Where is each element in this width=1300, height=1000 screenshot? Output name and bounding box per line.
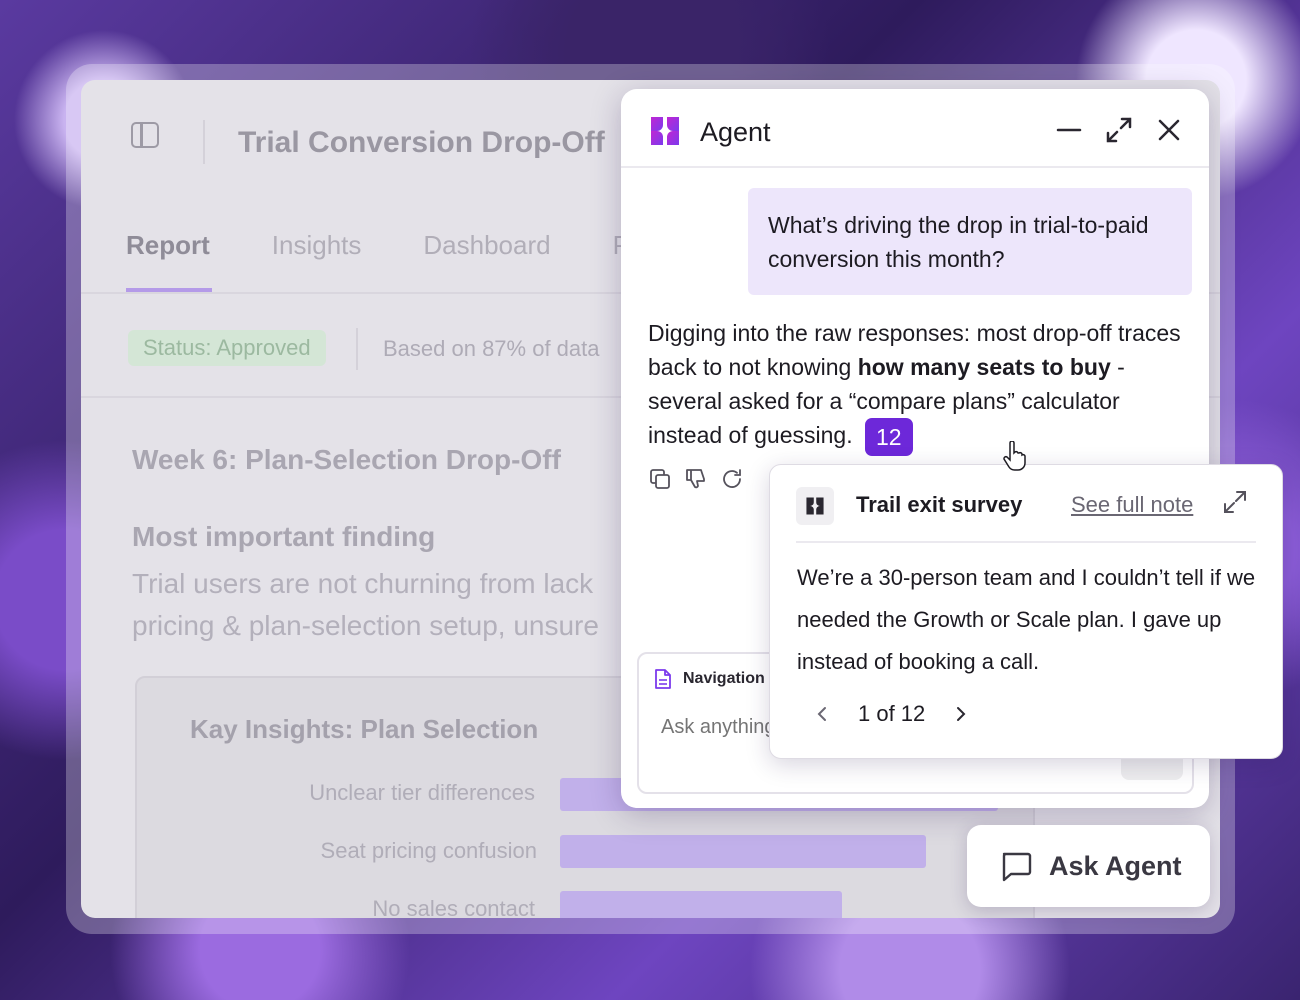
- document-icon: [655, 669, 671, 689]
- chat-icon: [1002, 852, 1032, 882]
- user-message: What’s driving the drop in trial-to-paid…: [748, 188, 1192, 295]
- tab-bar: Report Insights Dashboard P: [126, 230, 692, 261]
- source-pager: 1 of 12: [814, 701, 969, 727]
- header-divider: [203, 120, 205, 164]
- insight-bar: [560, 835, 926, 868]
- expand-icon[interactable]: [1104, 115, 1134, 145]
- agent-title: Agent: [700, 117, 771, 147]
- agent-logo-icon: [651, 117, 679, 145]
- status-badge: Status: Approved: [128, 330, 326, 366]
- bar-label: Unclear tier differences: [309, 780, 535, 805]
- close-icon[interactable]: [1154, 115, 1184, 145]
- source-divider: [796, 541, 1256, 543]
- source-title: Trail exit survey: [856, 492, 1023, 517]
- source-popover: Trail exit survey See full note We’re a …: [769, 464, 1283, 759]
- chevron-left-icon[interactable]: [814, 705, 832, 723]
- hand-cursor-icon: [1003, 441, 1026, 471]
- bar-label: Seat pricing confusion: [320, 838, 537, 863]
- data-coverage-note: Based on 87% of data: [383, 336, 600, 361]
- tab-insights[interactable]: Insights: [272, 230, 362, 261]
- finding-line-2: pricing & plan-selection setup, unsure: [132, 610, 599, 641]
- reply-emphasis: how many seats to buy: [857, 354, 1111, 380]
- chevron-right-icon[interactable]: [951, 705, 969, 723]
- finding-body: Trial users are not churning from lack p…: [132, 563, 692, 647]
- thumbs-down-icon[interactable]: [684, 467, 708, 491]
- sidebar-toggle-icon[interactable]: [131, 122, 159, 148]
- finding-heading: Most important finding: [132, 521, 436, 552]
- ask-agent-label: Ask Agent: [1049, 850, 1182, 881]
- source-icon: [796, 487, 834, 525]
- context-chip[interactable]: Navigation I: [653, 668, 774, 690]
- week-heading: Week 6: Plan-Selection Drop-Off: [132, 444, 561, 475]
- page-title: Trial Conversion Drop-Off: [238, 126, 605, 159]
- insight-bar: [560, 891, 842, 918]
- tab-report[interactable]: Report: [126, 230, 210, 261]
- reply-actions: [648, 467, 744, 491]
- agent-reply: Digging into the raw responses: most dro…: [648, 316, 1188, 456]
- agent-header: Agent: [621, 89, 1209, 168]
- regenerate-icon[interactable]: [720, 467, 744, 491]
- citation-badge[interactable]: 12: [864, 418, 913, 456]
- bar-label: No sales contact: [372, 896, 535, 918]
- copy-icon[interactable]: [648, 467, 672, 491]
- finding-line-1: Trial users are not churning from lack: [132, 568, 594, 599]
- ask-agent-button[interactable]: Ask Agent: [967, 825, 1210, 907]
- tab-dashboard[interactable]: Dashboard: [423, 230, 550, 261]
- meta-divider: [356, 328, 358, 370]
- source-quote: We’re a 30-person team and I couldn’t te…: [797, 565, 1256, 674]
- expand-icon[interactable]: [1222, 489, 1248, 515]
- see-full-note-link[interactable]: See full note: [1071, 492, 1193, 518]
- context-chip-label: Navigation I: [683, 670, 774, 687]
- agent-logo-icon: [806, 497, 824, 515]
- minimize-icon[interactable]: [1054, 115, 1084, 145]
- pager-count: 1 of 12: [858, 701, 926, 726]
- insights-title: Kay Insights: Plan Selection: [190, 714, 539, 744]
